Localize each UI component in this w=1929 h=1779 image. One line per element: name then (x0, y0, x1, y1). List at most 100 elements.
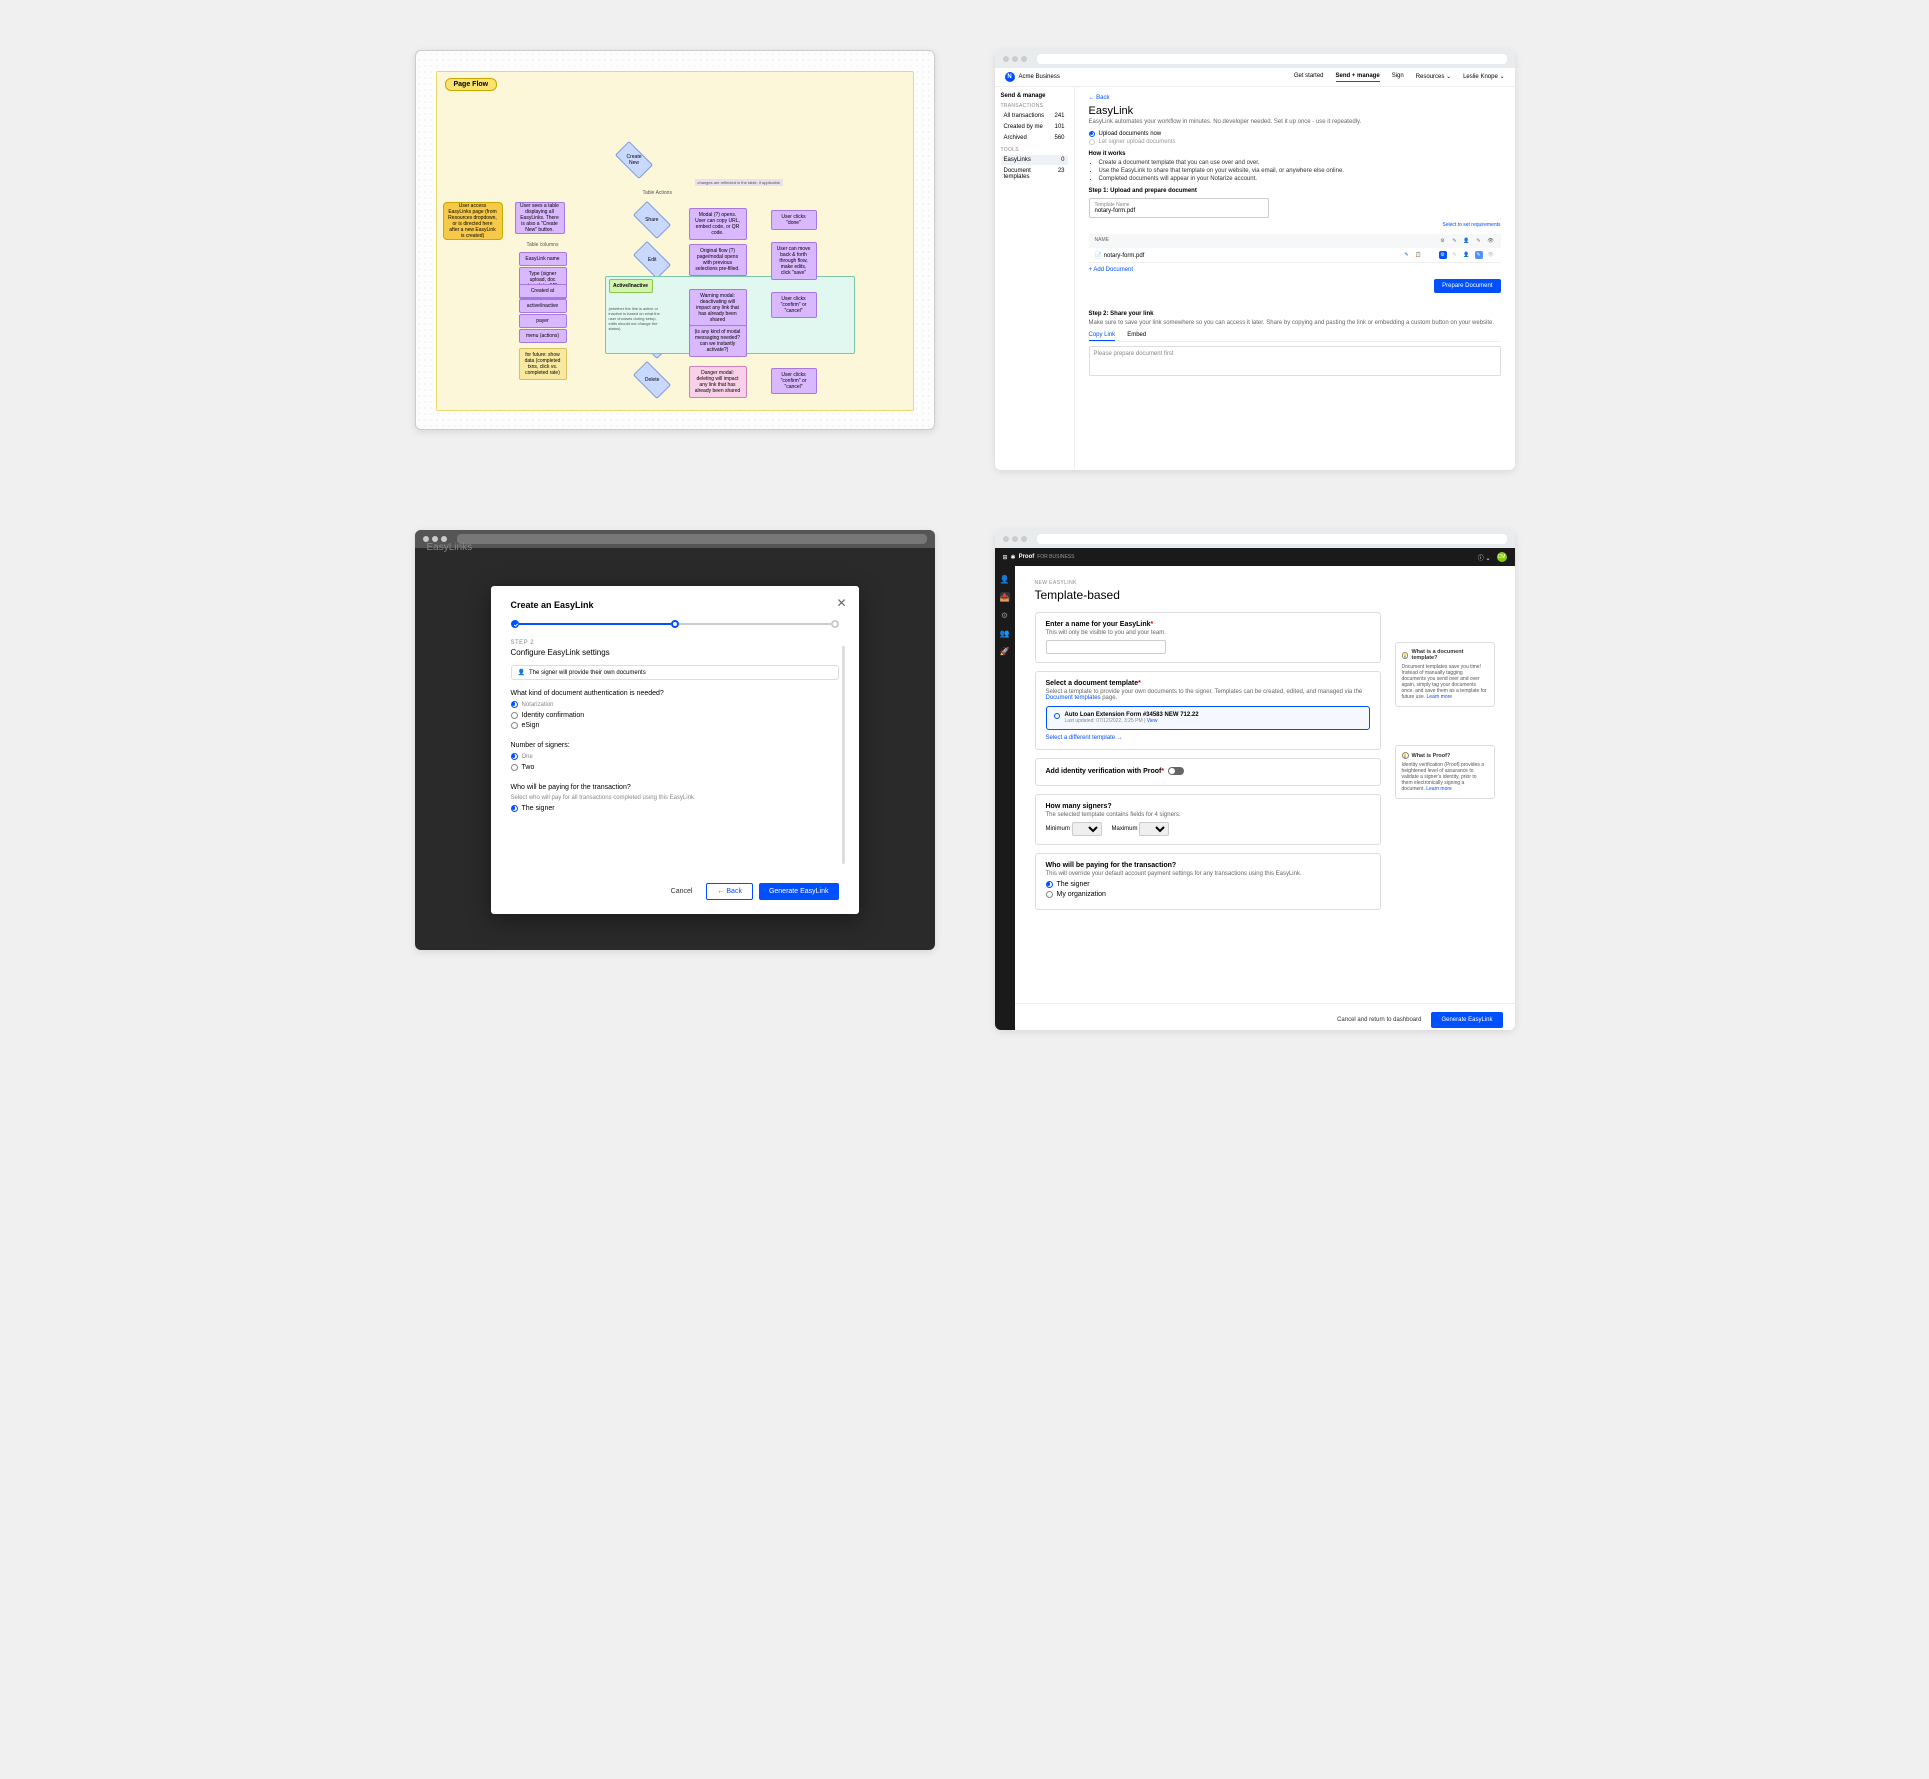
signers-heading: How many signers? (1046, 803, 1370, 810)
gear-icon[interactable]: ⚙ (1439, 237, 1447, 245)
opt-notarization[interactable]: Notarization (511, 701, 839, 708)
cancel-link[interactable]: Cancel and return to dashboard (1337, 1017, 1421, 1023)
edit-icon[interactable]: ✎ (1475, 237, 1483, 245)
edit-response: User can move back & forth through flow,… (771, 242, 817, 280)
back-link[interactable]: ← Back (1089, 95, 1501, 101)
help-icon[interactable]: ⓘ ⌄ (1478, 553, 1491, 562)
delete-action: Delete (632, 361, 670, 399)
grid-icon[interactable]: ⊞ (1003, 554, 1008, 561)
gear-blue-icon[interactable]: ⚙ (1439, 251, 1447, 259)
main-content: ← Back EasyLink EasyLink automates your … (1075, 87, 1515, 469)
address-bar[interactable] (1037, 54, 1507, 64)
easylink-name-input[interactable] (1046, 640, 1166, 654)
opt-signer-pays[interactable]: The signer (1046, 881, 1370, 888)
opt-two[interactable]: Two (511, 764, 839, 771)
signers-question: Number of signers: (511, 742, 839, 749)
generate-button[interactable]: Generate EasyLink (759, 883, 839, 900)
avatar[interactable]: CM (1497, 552, 1507, 562)
sidebar-created-by-me[interactable]: Created by me101 (1001, 122, 1068, 132)
rail-gear-icon[interactable]: ⚙ (1000, 610, 1010, 620)
copy-icon[interactable]: 📋 (1415, 251, 1423, 259)
add-document-link[interactable]: + Add Document (1089, 267, 1501, 273)
edit-blue-icon[interactable]: ✎ (1475, 251, 1483, 259)
scrollbar[interactable] (842, 646, 845, 864)
rail-send-icon[interactable]: 📤 (1000, 592, 1010, 602)
paying-heading: Who will be paying for the transaction? (1046, 862, 1370, 869)
identity-toggle[interactable] (1168, 767, 1184, 775)
nav-user[interactable]: Leslie Knope ⌄ (1463, 73, 1504, 82)
org-logo[interactable]: N Acme Business (1005, 72, 1060, 82)
signer-provides-chip[interactable]: 👤 The signer will provide their own docu… (511, 665, 839, 680)
view-template-link[interactable]: View (1147, 718, 1158, 724)
sign-grey-icon[interactable]: ✎ (1451, 251, 1459, 259)
set-requirements-link[interactable]: Select to set requirements (1089, 222, 1501, 228)
learn-more-link[interactable]: Learn more (1426, 786, 1452, 792)
opt-org-pays[interactable]: My organization (1046, 891, 1370, 898)
eye-icon[interactable]: 👁 (1487, 237, 1495, 245)
identity-card: Add identity verification with Proof* (1035, 758, 1381, 786)
diff-template-link[interactable]: Select a different template → (1046, 735, 1370, 741)
nav-sign[interactable]: Sign (1392, 73, 1404, 82)
prepare-document-button[interactable]: Prepare Document (1434, 279, 1500, 293)
col-name: EasyLink name (519, 252, 567, 266)
max-signers-select[interactable] (1139, 822, 1169, 836)
tab-embed[interactable]: Embed (1127, 332, 1146, 341)
template-heading: Select a document template (1046, 680, 1139, 687)
opt-upload-now[interactable]: Upload documents now (1089, 131, 1501, 137)
cancel-button[interactable]: Cancel (663, 884, 701, 899)
generate-button[interactable]: Generate EasyLink (1431, 1012, 1502, 1028)
create-easylink-modal: ✕ Create an EasyLink STEP 2 Configure Ea… (491, 586, 859, 914)
learn-more-link[interactable]: Learn more (1427, 694, 1453, 700)
rail-rocket-icon[interactable]: 🚀 (1000, 646, 1010, 656)
step-subtitle: Configure EasyLink settings (511, 648, 839, 657)
sidebar-easylinks[interactable]: EasyLinks0 (1001, 155, 1068, 165)
opt-signer-upload[interactable]: Let signer upload documents (1089, 139, 1501, 145)
doc-templates-link[interactable]: Document templates (1046, 695, 1101, 701)
future-note: for future: show data (completed txns, c… (519, 348, 567, 380)
nav-resources[interactable]: Resources ⌄ (1416, 73, 1451, 82)
proof-logo-icon: ✱ (1011, 554, 1016, 561)
window-chrome (415, 530, 935, 548)
min-signers-select[interactable] (1072, 822, 1102, 836)
col-menu: menu (actions) (519, 329, 567, 343)
close-icon[interactable]: ✕ (836, 596, 846, 610)
template-name-input[interactable]: Template Name notary-form.pdf (1089, 198, 1269, 218)
ai-note: (whether the link is active or inactive … (609, 306, 665, 331)
file-row[interactable]: 📄 notary-form.pdf ✎ 📋 ⚙ ✎ 👤 ✎ 👁 (1089, 248, 1501, 263)
chevron-down-icon: ⌄ (1446, 74, 1451, 80)
rail-users-icon[interactable]: 👥 (1000, 628, 1010, 638)
radio-indicator-icon (1054, 713, 1060, 719)
nav-send-manage[interactable]: Send + manage (1336, 73, 1380, 82)
opt-identity[interactable]: Identity confirmation (511, 712, 839, 719)
selected-template[interactable]: Auto Loan Extension Form #34583 NEW 712.… (1046, 706, 1370, 730)
col-active: active/inactive (519, 299, 567, 313)
left-rail: 👤 📤 ⚙ 👥 🚀 (995, 566, 1015, 1030)
template-card: Select a document template* Select a tem… (1035, 671, 1381, 750)
auth-question: What kind of document authentication is … (511, 690, 839, 697)
opt-one[interactable]: One (511, 753, 839, 760)
col-payer: payer (519, 314, 567, 328)
opt-esign[interactable]: eSign (511, 722, 839, 729)
rail-person-icon[interactable]: 👤 (1000, 574, 1010, 584)
breadcrumb: NEW EASYLINK (1035, 580, 1381, 586)
eye-grey-icon[interactable]: 👁 (1487, 251, 1495, 259)
signers-sub: The selected template contains fields fo… (1046, 812, 1370, 818)
table-node: User sees a table displaying all EasyLin… (515, 202, 565, 234)
nav-get-started[interactable]: Get started (1294, 73, 1324, 82)
back-button[interactable]: ← Back (706, 883, 753, 900)
sidebar-all-transactions[interactable]: All transactions241 (1001, 111, 1068, 121)
modal-title: Create an EasyLink (511, 600, 839, 610)
pencil-icon[interactable]: ✎ (1403, 251, 1411, 259)
sign-icon[interactable]: ✎ (1451, 237, 1459, 245)
person-grey-icon[interactable]: 👤 (1463, 251, 1471, 259)
sidebar-templates[interactable]: Document templates23 (1001, 166, 1068, 182)
sidebar-archived[interactable]: Archived560 (1001, 133, 1068, 143)
progress-stepper (511, 620, 839, 628)
window-chrome (995, 530, 1515, 548)
opt-signer-pays[interactable]: The signer (511, 805, 839, 812)
tab-copy-link[interactable]: Copy Link (1089, 332, 1116, 341)
link-output-box: Please prepare document first (1089, 346, 1501, 376)
identity-heading: Add identity verification with Proof (1046, 768, 1162, 775)
person-icon[interactable]: 👤 (1463, 237, 1471, 245)
flow-diagram-canvas: Page Flow User access EasyLinks page (fr… (415, 50, 935, 430)
